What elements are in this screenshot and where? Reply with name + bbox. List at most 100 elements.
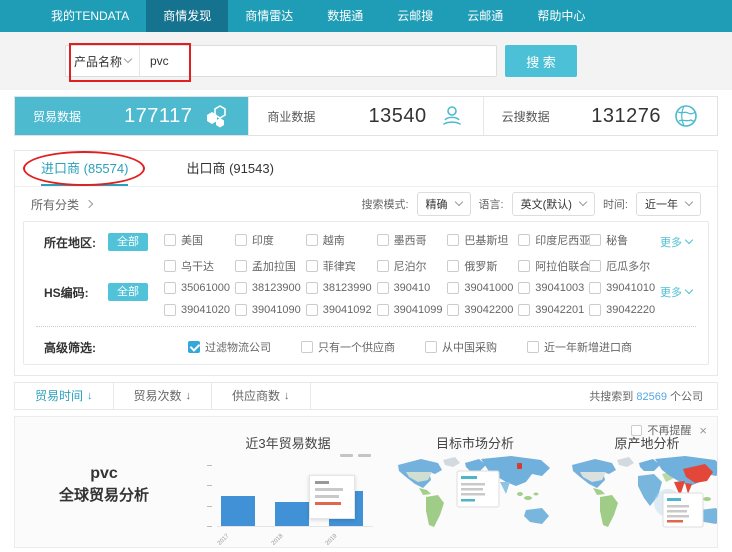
sort-by-trade-time[interactable]: 贸易时间 ↓ xyxy=(15,383,114,409)
region-checkbox-mexico[interactable]: 墨西哥 xyxy=(377,232,448,248)
stat-business-data[interactable]: 商业数据 13540 xyxy=(248,97,482,135)
region-checkbox-uae[interactable]: 阿拉伯联合... xyxy=(518,258,589,274)
nav-item-cloud-mail-pass[interactable]: 云邮通 xyxy=(450,0,520,32)
tab-exporters[interactable]: 出口商 (91543) xyxy=(186,151,273,186)
checkbox-icon xyxy=(447,282,459,294)
hs-all-button[interactable]: 全部 xyxy=(108,283,148,301)
region-all-button[interactable]: 全部 xyxy=(108,233,148,251)
time-select[interactable]: 近一年 xyxy=(636,192,701,216)
nav-item-cloud-mail-search[interactable]: 云邮搜 xyxy=(380,0,450,32)
trade-analysis-panel: 不再提醒 × 近3年贸易数据 目标市场分析 原产地分析 pvc 全球贸易分析 2… xyxy=(14,416,718,548)
checkbox-icon xyxy=(306,260,318,272)
sort-by-supplier-count[interactable]: 供应商数 ↓ xyxy=(212,383,311,409)
advanced-options: 过滤物流公司 只有一个供应商 从中国采购 近一年新增进口商 xyxy=(188,337,632,356)
search-button[interactable]: 搜 索 xyxy=(505,45,577,77)
hs-checkbox[interactable]: 39041003 xyxy=(518,282,589,294)
checkbox-icon xyxy=(377,304,389,316)
stat-label: 贸易数据 xyxy=(33,108,81,125)
search-category-select[interactable]: 产品名称 xyxy=(66,46,140,76)
region-more-link[interactable]: 更多 xyxy=(660,234,692,250)
checkbox-icon xyxy=(377,260,389,272)
advanced-checkbox-new-importers[interactable]: 近一年新增进口商 xyxy=(527,337,632,356)
region-checkbox-usa[interactable]: 美国 xyxy=(164,232,235,248)
hs-checkbox[interactable]: 39041099 xyxy=(377,304,448,316)
hs-checkbox[interactable]: 39041010 xyxy=(589,282,660,294)
hs-checkbox[interactable]: 39041000 xyxy=(447,282,518,294)
checkbox-icon xyxy=(306,282,318,294)
checkbox-icon xyxy=(425,341,437,353)
nav-item-business-radar[interactable]: 商情雷达 xyxy=(228,0,310,32)
target-market-map[interactable] xyxy=(393,453,557,543)
hs-checkbox[interactable]: 38123990 xyxy=(306,282,377,294)
region-checkbox-indonesia[interactable]: 印度尼西亚 xyxy=(518,232,589,248)
nav-item-help-center[interactable]: 帮助中心 xyxy=(520,0,602,32)
checkbox-icon xyxy=(447,260,459,272)
region-checkbox-russia[interactable]: 俄罗斯 xyxy=(447,258,518,274)
hs-checkbox[interactable]: 39041090 xyxy=(235,304,306,316)
hs-checkbox[interactable]: 39042201 xyxy=(518,304,589,316)
trade-bar-chart[interactable]: 2017 2018 2019 xyxy=(201,451,379,545)
mode-controls: 搜索模式: 精确 语言: 英文(默认) 时间: 近一年 xyxy=(361,192,701,216)
stat-trade-data[interactable]: 贸易数据 177117 xyxy=(15,97,248,135)
advanced-checkbox-buy-from-china[interactable]: 从中国采购 xyxy=(425,337,497,356)
hs-more-link[interactable]: 更多 xyxy=(660,284,692,300)
all-categories-label: 所有分类 xyxy=(31,196,79,213)
checkbox-icon xyxy=(306,234,318,246)
language-label: 语言: xyxy=(479,196,504,212)
stat-cloud-search-data[interactable]: 云搜数据 131276 xyxy=(483,97,717,135)
result-count-number: 82569 xyxy=(636,391,667,403)
tab-importers[interactable]: 进口商 (85574) xyxy=(41,151,128,186)
region-checkbox-vietnam[interactable]: 越南 xyxy=(306,232,377,248)
checkbox-icon xyxy=(447,234,459,246)
tab-label: 出口商 xyxy=(186,161,225,176)
top-nav: 我的TENDATA 商情发现 商情雷达 数据通 云邮搜 云邮通 帮助中心 xyxy=(0,0,732,32)
hs-checkbox[interactable]: 39041092 xyxy=(306,304,377,316)
region-checkbox-pakistan[interactable]: 巴基斯坦 xyxy=(447,232,518,248)
red-marker-icon xyxy=(517,463,522,469)
region-checkbox-uganda[interactable]: 乌干达 xyxy=(164,258,235,274)
chevron-down-icon xyxy=(685,236,693,244)
checkbox-icon xyxy=(589,282,601,294)
region-checkbox-philippines[interactable]: 菲律宾 xyxy=(306,258,377,274)
hs-checkbox[interactable]: 38123900 xyxy=(235,282,306,294)
nav-item-my-tendata[interactable]: 我的TENDATA xyxy=(34,0,146,32)
sort-by-trade-count[interactable]: 贸易次数 ↓ xyxy=(114,383,213,409)
search-input[interactable] xyxy=(140,46,496,76)
checkbox-icon xyxy=(301,341,313,353)
stats-bar: 贸易数据 177117 商业数据 13540 云搜数据 131276 xyxy=(14,96,718,136)
all-categories-link[interactable]: 所有分类 xyxy=(31,196,92,213)
checkbox-icon xyxy=(589,260,601,272)
advanced-checkbox-filter-logistics[interactable]: 过滤物流公司 xyxy=(188,337,271,356)
origin-analysis-map[interactable] xyxy=(567,453,718,543)
search-options-row: 所有分类 搜索模式: 精确 语言: 英文(默认) 时间: 近一年 xyxy=(15,187,717,221)
advanced-label: 高级筛选: xyxy=(44,337,108,356)
checkbox-icon xyxy=(589,234,601,246)
search-mode-select[interactable]: 精确 xyxy=(417,192,471,216)
region-checkbox-ecuador[interactable]: 厄瓜多尔 xyxy=(589,258,660,274)
advanced-checkbox-single-supplier[interactable]: 只有一个供应商 xyxy=(301,337,395,356)
hs-checkbox[interactable]: 35061000 xyxy=(164,282,235,294)
hs-checkbox[interactable]: 39042220 xyxy=(589,304,660,316)
time-value: 近一年 xyxy=(645,196,678,212)
hs-checkbox[interactable]: 39041020 xyxy=(164,304,235,316)
analysis-brand-title: pvc 全球贸易分析 xyxy=(33,463,175,506)
world-map xyxy=(567,453,718,543)
chart-y-ticks xyxy=(207,465,212,527)
nav-item-business-discovery[interactable]: 商情发现 xyxy=(146,0,228,32)
region-checkbox-nepal[interactable]: 尼泊尔 xyxy=(377,258,448,274)
checkbox-icon xyxy=(518,260,530,272)
hs-checkbox[interactable]: 39042200 xyxy=(447,304,518,316)
region-checkbox-bangladesh[interactable]: 孟加拉国 xyxy=(235,258,306,274)
region-checkbox-india[interactable]: 印度 xyxy=(235,232,306,248)
hs-checkbox[interactable]: 390410 xyxy=(377,282,448,294)
nav-item-data-pass[interactable]: 数据通 xyxy=(310,0,380,32)
chart-x-label: 2018 xyxy=(271,533,285,547)
region-checkbox-peru[interactable]: 秘鲁 xyxy=(589,232,660,248)
checkbox-icon xyxy=(447,304,459,316)
language-select[interactable]: 英文(默认) xyxy=(512,192,595,216)
checkbox-icon xyxy=(235,282,247,294)
chevron-down-icon xyxy=(454,198,462,206)
chevron-down-icon xyxy=(685,286,693,294)
tab-count: (91543) xyxy=(229,161,274,176)
molecule-hexagons-icon xyxy=(204,103,230,129)
